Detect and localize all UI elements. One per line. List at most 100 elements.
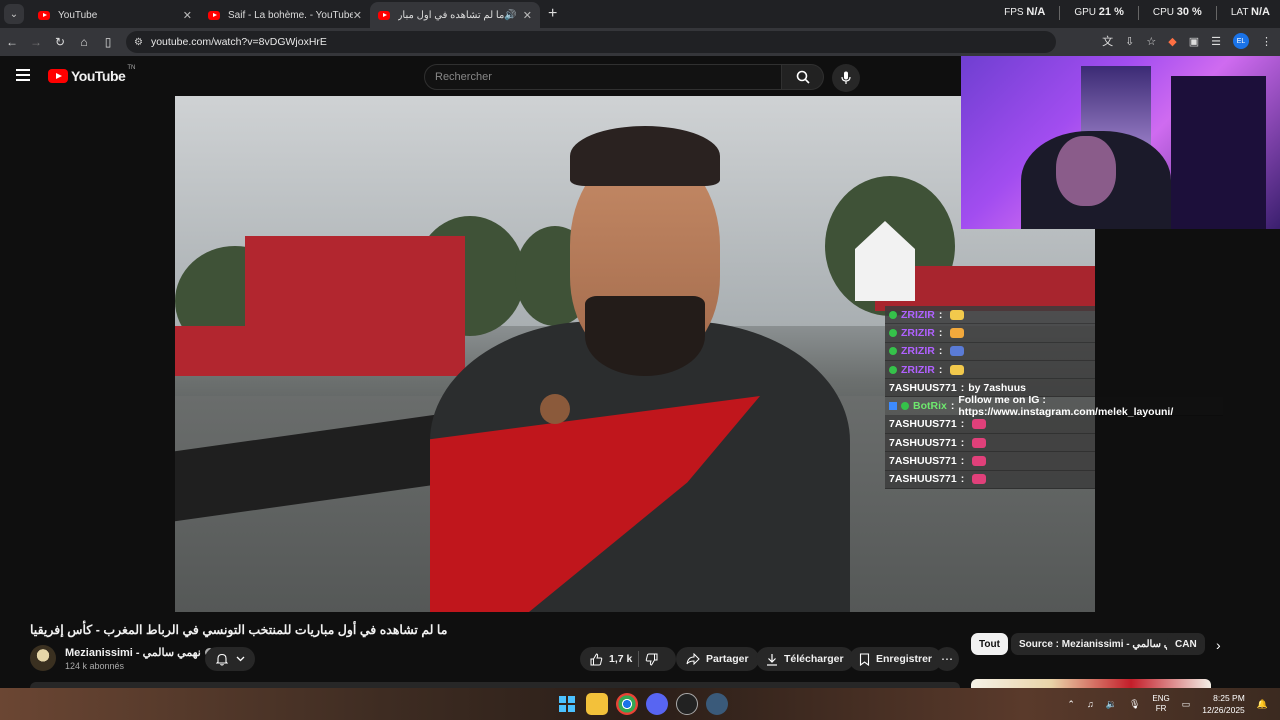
search-icon [796,70,810,84]
windows-start-icon[interactable] [556,693,578,715]
chat-message: 7ASHUUS771 : [885,415,1095,435]
chat-message: ZRIZIR : [885,306,1095,325]
chip-source[interactable]: Source : Mezianissimi - نهمي سالمي [1011,633,1194,655]
notifications-button[interactable] [205,647,255,671]
download-button[interactable]: Télécharger [756,647,854,671]
chat-text: by 7ashuus [968,381,1026,394]
notification-bell-icon[interactable]: 🔔 [1257,699,1268,710]
youtube-logo[interactable]: YouTube TN [48,65,136,84]
more-actions-button[interactable]: ⋯ [935,647,959,671]
divider [638,651,640,667]
video-frame-booth [175,326,265,376]
browser-tab-3[interactable]: ما لم تشاهده في أول مباريات 🔊 ✕ [370,2,540,28]
browser-tab-2[interactable]: Saif - La bohème. - YouTube ✕ [200,2,370,28]
browser-menu-icon[interactable]: ⋮ [1261,35,1272,48]
toolbar-right-icons: 文 ⇩ ☆ ◆ ▣ ☰ EL ⋮ [1102,33,1272,49]
voice-search-button[interactable] [832,64,860,92]
reading-list-icon[interactable]: ☰ [1211,35,1221,48]
address-bar[interactable]: ⚙ youtube.com/watch?v=8vDGWjoxHrE [126,31,1056,53]
search-button[interactable] [782,64,824,90]
chat-separator: : [938,326,943,339]
youtube-play-logo-icon [48,69,68,83]
chat-emote-icon [972,456,987,467]
lat-readout: LAT N/A [1230,6,1270,18]
chat-message: 7ASHUUS771 : [885,452,1095,471]
back-arrow-icon[interactable]: ← [0,35,24,49]
channel-name-text: Mezianissimi - نهمي سالمي [65,647,201,659]
like-dislike-group: 1,7 k [580,647,676,671]
chat-username: 7ASHUUS771 [889,455,957,468]
tab-close-icon[interactable]: ✕ [523,9,532,22]
tab-close-icon[interactable]: ✕ [183,9,192,22]
settings-gear-icon[interactable] [706,693,728,715]
clock[interactable]: 8:25 PM 12/26/2025 [1202,692,1245,716]
chat-message: BotRix : Follow me on IG : https://www.in… [885,394,1223,418]
save-button[interactable]: Enregistrer [849,647,943,671]
tab-search-icon[interactable]: ⌄ [4,4,24,24]
chat-username: ZRIZIR [901,326,935,339]
like-count[interactable]: 1,7 k [609,653,632,665]
headset-icon[interactable]: ♫ [1087,699,1094,709]
home-icon[interactable]: ⌂ [72,35,96,49]
browser-toolbar: ← → ↻ ⌂ ▯ ⚙ youtube.com/watch?v=8vDGWjox… [0,28,1280,56]
split-view-icon[interactable]: ▯ [96,35,120,49]
divider [1137,6,1139,20]
thumbs-down-icon[interactable] [645,653,658,666]
discord-icon[interactable] [646,693,668,715]
youtube-favicon-icon [378,10,390,20]
video-title: ما لم تشاهده في أول مباريات للمنتخب التو… [30,623,448,637]
browser-tab-bar: ⌄ YouTube ✕ Saif - La bohème. - YouTube … [0,0,1280,28]
channel-name[interactable]: Mezianissimi - نهمي سالمي [65,646,214,659]
chat-message: 7ASHUUS771 : [885,470,1095,489]
new-tab-button[interactable]: + [548,5,557,23]
forward-arrow-icon[interactable]: → [24,35,48,49]
country-code: TN [127,65,136,71]
extensions-puzzle-icon[interactable]: ▣ [1189,35,1199,48]
install-app-icon[interactable]: ⇩ [1125,35,1134,48]
share-button[interactable]: Partager [676,647,759,671]
browser-tab-1[interactable]: YouTube ✕ [30,2,200,28]
display-icon[interactable]: ▭ [1182,699,1191,710]
chip-all[interactable]: Tout [971,633,1008,655]
reload-icon[interactable]: ↻ [48,35,72,49]
volume-icon[interactable]: 🔉 [1106,699,1117,710]
chat-separator: : [938,345,943,358]
download-icon [767,653,777,666]
search-input[interactable]: Rechercher [424,64,782,90]
bookmark-star-icon[interactable]: ☆ [1146,35,1156,48]
save-label: Enregistrer [876,653,933,665]
chat-separator: : [960,381,965,394]
file-explorer-icon[interactable] [586,693,608,715]
chat-separator: : [950,400,955,413]
share-label: Partager [706,653,749,665]
channel-avatar[interactable] [30,645,56,671]
tab-audio-icon[interactable]: 🔊 [504,10,516,21]
hamburger-menu-icon[interactable] [16,69,30,84]
youtube-favicon-icon [208,10,220,20]
chat-separator: : [938,363,943,376]
thumbs-up-icon[interactable] [590,652,603,666]
chat-emote-icon [972,474,987,485]
obs-studio-icon[interactable] [676,693,698,715]
fps-readout: FPS N/A [1004,6,1046,18]
extension-fox-icon[interactable]: ◆ [1168,35,1176,48]
tray-chevron-up-icon[interactable]: ⌃ [1067,699,1075,710]
tab-close-icon[interactable]: ✕ [353,9,362,22]
chat-badge-icon [889,365,897,374]
chat-message: ZRIZIR : [885,342,1095,361]
chip-next-arrow-icon[interactable]: › [1216,637,1221,653]
site-info-icon[interactable]: ⚙ [134,37,143,48]
chat-emote-icon [972,419,987,430]
subscriber-count: 124 k abonnés [65,661,125,671]
chip-can[interactable]: CAN [1167,633,1205,655]
profile-avatar[interactable]: EL [1233,33,1249,49]
microphone-tray-icon[interactable]: 🎙 [1129,699,1140,710]
translate-icon[interactable]: 文 [1102,33,1113,49]
language-indicator[interactable]: ENG FR [1152,694,1169,714]
chrome-browser-icon[interactable] [616,693,638,715]
divider [1215,6,1217,20]
chat-separator: : [960,436,965,449]
gpu-readout: GPU 21 % [1074,6,1124,18]
system-tray: ⌃ ♫ 🔉 🎙 ENG FR ▭ 8:25 PM 12/26/2025 🔔 [1067,692,1268,716]
performance-overlay: FPS N/A GPU 21 % CPU 30 % LAT N/A [1004,6,1270,20]
